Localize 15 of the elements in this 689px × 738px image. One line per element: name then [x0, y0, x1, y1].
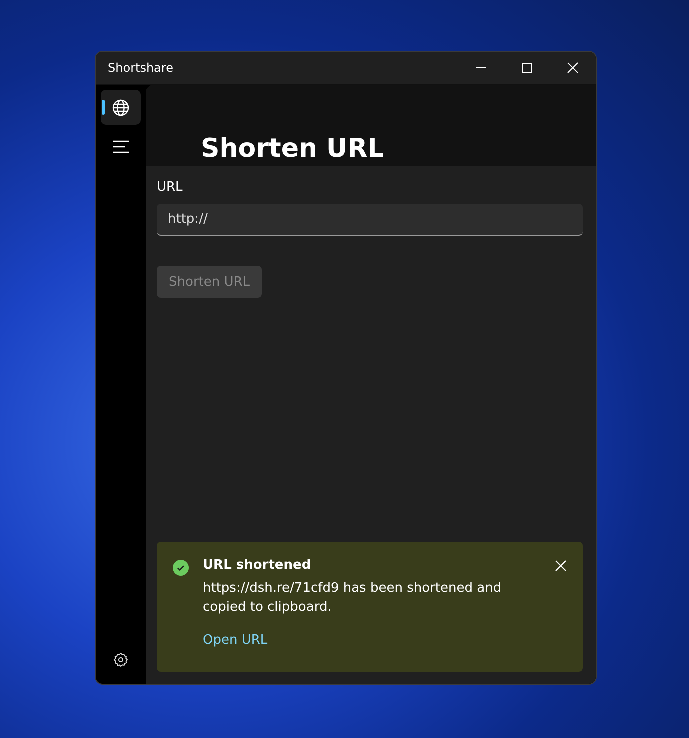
check-circle-icon — [173, 560, 189, 576]
open-url-link[interactable]: Open URL — [203, 633, 268, 648]
page-title: Shorten URL — [201, 133, 384, 166]
nav-item[interactable] — [101, 90, 141, 125]
notification-message: https://dsh.re/71cfd9 has been shortened and copied to clipboard. — [203, 580, 503, 617]
settings-icon[interactable] — [113, 652, 129, 668]
maximize-icon[interactable] — [521, 62, 533, 74]
close-icon[interactable] — [567, 62, 579, 74]
url-input-field[interactable]: http:// — [157, 204, 583, 236]
window-title: Shortshare — [108, 61, 174, 75]
menu-icon — [112, 140, 130, 154]
notification-title: URL shortened — [203, 558, 312, 573]
close-icon[interactable] — [555, 560, 567, 572]
globe-icon — [112, 98, 130, 116]
field-label: URL — [157, 180, 183, 195]
